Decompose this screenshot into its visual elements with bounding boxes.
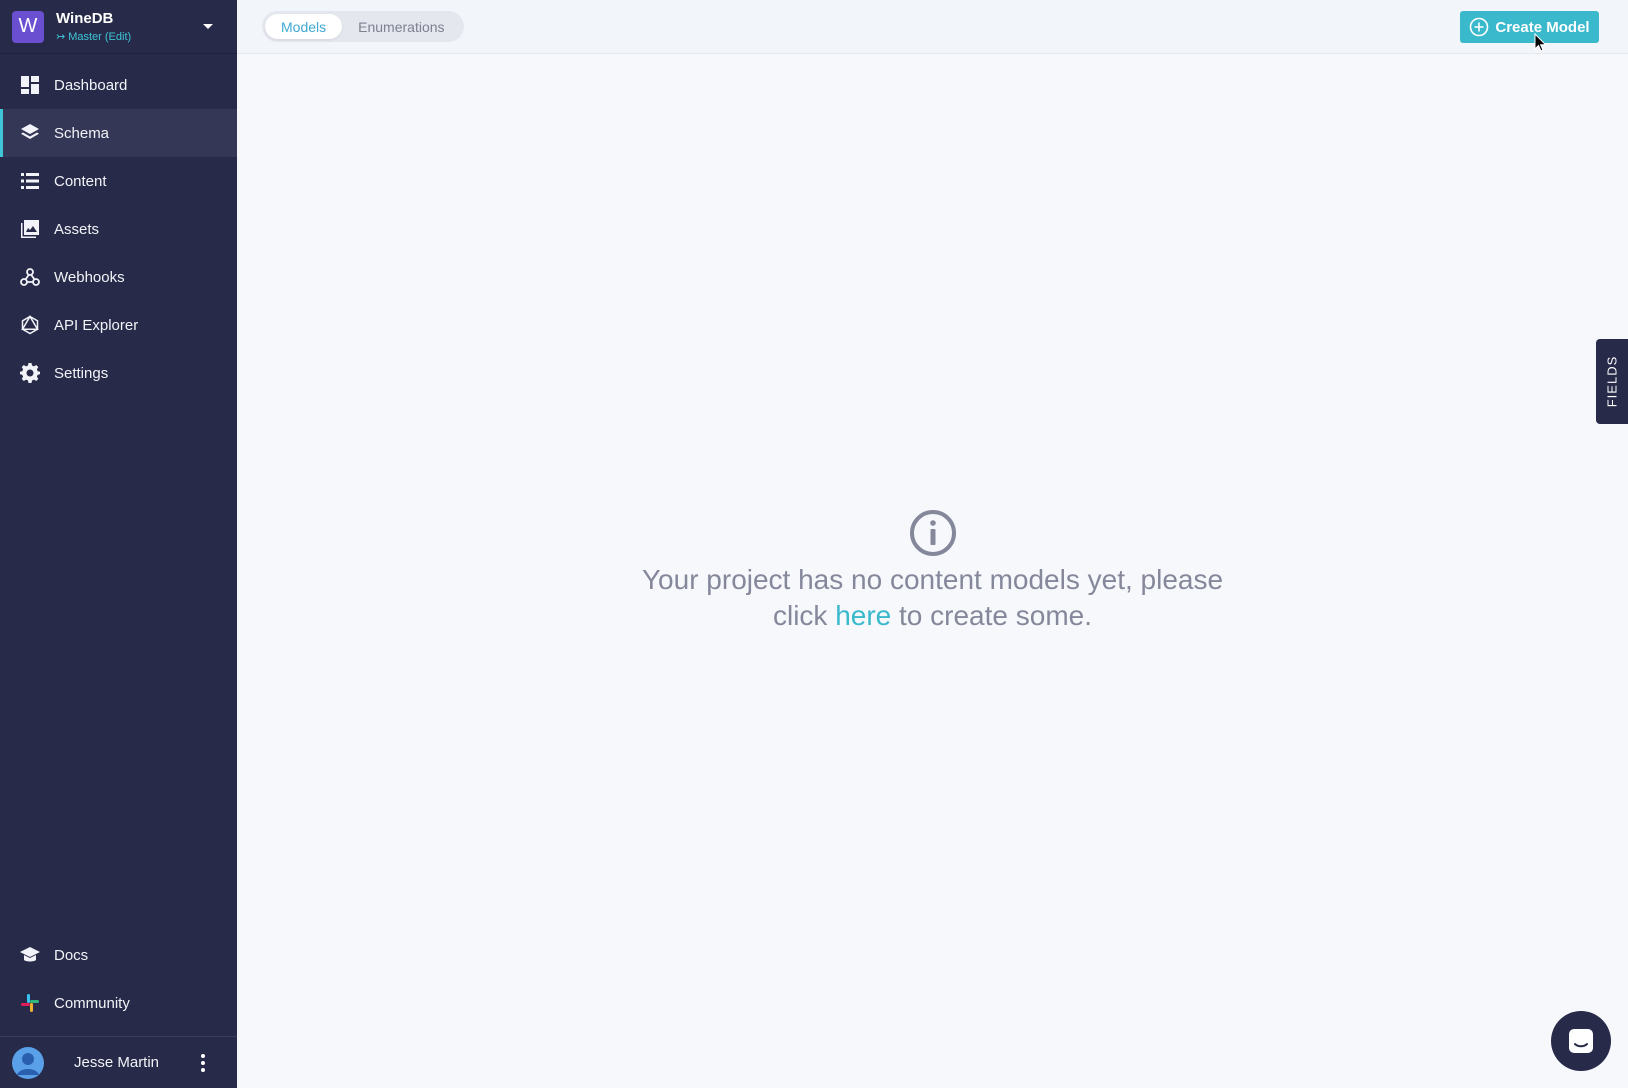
graphql-icon — [20, 315, 40, 335]
list-icon — [20, 171, 40, 191]
empty-text-after: to create some. — [891, 600, 1093, 631]
nav-label: Content — [54, 172, 107, 190]
plus-circle-icon — [1470, 17, 1489, 37]
project-switcher[interactable]: W WineDB ↣ Master (Edit) — [0, 0, 237, 54]
nav-item-docs[interactable]: Docs — [0, 931, 237, 979]
layers-icon — [20, 123, 40, 143]
nav-label: Docs — [54, 946, 89, 964]
slack-icon — [20, 993, 40, 1013]
more-options-icon[interactable] — [193, 1053, 213, 1072]
caret-down-icon[interactable] — [203, 24, 213, 29]
nav-item-settings[interactable]: Settings — [0, 349, 237, 397]
empty-state-message: Your project has no content models yet, … — [623, 562, 1243, 634]
main-nav: Dashboard Schema Content Assets Webhooks — [0, 61, 237, 397]
user-name: Jesse Martin — [74, 1054, 160, 1071]
project-info: WineDB ↣ Master (Edit) — [56, 10, 203, 43]
tab-models[interactable]: Models — [265, 14, 343, 39]
topbar: Models Enumerations Create Model — [237, 0, 1628, 54]
graduation-cap-icon — [20, 945, 40, 965]
avatar — [12, 1046, 44, 1079]
nav-label: Dashboard — [54, 76, 128, 94]
empty-state: Your project has no content models yet, … — [237, 508, 1628, 634]
nav-item-schema[interactable]: Schema — [0, 109, 237, 157]
nav-item-assets[interactable]: Assets — [0, 205, 237, 253]
branch-label: Master (Edit) — [68, 30, 132, 43]
branch-icon: ↣ — [56, 31, 66, 43]
nav-label: Settings — [54, 364, 109, 382]
project-avatar: W — [12, 10, 44, 43]
mouse-cursor-icon — [1534, 33, 1547, 52]
nav-item-community[interactable]: Community — [0, 979, 237, 1027]
nav-item-api-explorer[interactable]: API Explorer — [0, 301, 237, 349]
nav-label: API Explorer — [54, 316, 139, 334]
project-name: WineDB — [56, 10, 114, 27]
project-branch: ↣ Master (Edit) — [56, 30, 203, 44]
tab-enumerations[interactable]: Enumerations — [342, 14, 460, 39]
chat-launcher-button[interactable] — [1551, 1011, 1611, 1071]
webhook-icon — [20, 267, 40, 287]
create-model-button[interactable]: Create Model — [1460, 11, 1599, 43]
nav-label: Schema — [54, 124, 110, 142]
nav-label: Webhooks — [54, 268, 125, 286]
chat-icon — [1569, 1029, 1593, 1053]
nav-item-dashboard[interactable]: Dashboard — [0, 61, 237, 109]
info-icon — [909, 510, 956, 556]
user-menu[interactable]: Jesse Martin — [0, 1036, 237, 1088]
fields-tab-label: FIELDS — [1604, 355, 1620, 408]
nav-label: Community — [54, 994, 130, 1012]
sidebar: W WineDB ↣ Master (Edit) Dashboard Schem… — [0, 0, 237, 1088]
image-icon — [20, 219, 40, 239]
dashboard-icon — [20, 75, 40, 95]
secondary-nav: Docs Community — [0, 931, 237, 1027]
nav-item-webhooks[interactable]: Webhooks — [0, 253, 237, 301]
create-here-link[interactable]: here — [835, 600, 891, 631]
nav-item-content[interactable]: Content — [0, 157, 237, 205]
schema-tabs: Models Enumerations — [262, 11, 464, 42]
fields-panel-toggle[interactable]: FIELDS — [1596, 339, 1628, 424]
nav-label: Assets — [54, 220, 100, 238]
gear-icon — [20, 363, 40, 383]
